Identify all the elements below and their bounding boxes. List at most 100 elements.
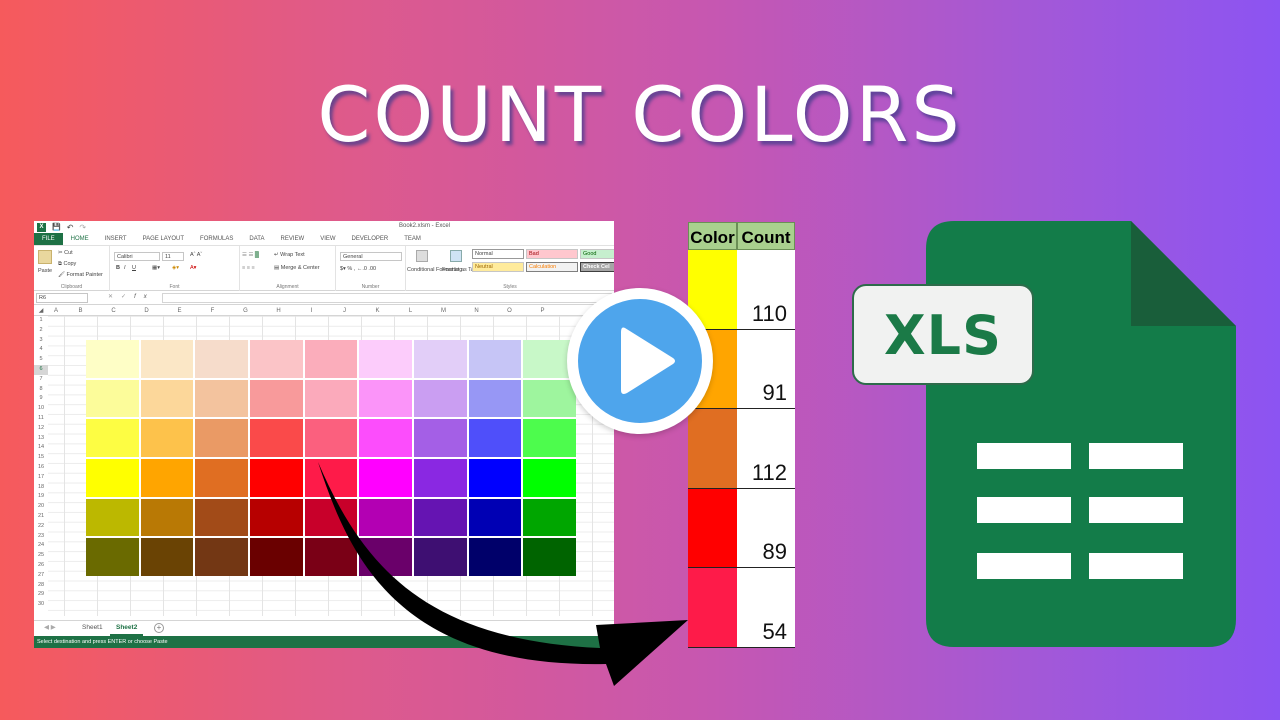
color-swatch-cell[interactable] bbox=[250, 419, 303, 457]
align-left-icon[interactable]: ≡ ≡ ≡ bbox=[242, 265, 255, 271]
color-swatch-cell[interactable] bbox=[304, 498, 358, 537]
color-swatch-cell[interactable] bbox=[468, 419, 522, 457]
color-swatch-cell[interactable] bbox=[86, 538, 139, 576]
column-header[interactable]: E bbox=[163, 307, 196, 316]
grow-font-icon[interactable]: Aˆ Aˇ bbox=[190, 252, 202, 258]
color-swatch-cell[interactable] bbox=[468, 498, 522, 537]
color-swatch-cell[interactable] bbox=[250, 459, 303, 497]
color-swatch-cell[interactable] bbox=[523, 419, 576, 457]
color-swatch-cell[interactable] bbox=[250, 498, 303, 537]
color-swatch-cell[interactable] bbox=[304, 379, 358, 418]
sheet-tab-sheet1[interactable]: Sheet1 bbox=[76, 622, 109, 634]
format-as-table-icon[interactable] bbox=[450, 250, 462, 262]
row-header[interactable]: 3 bbox=[34, 336, 48, 346]
color-swatch-cell[interactable] bbox=[414, 498, 467, 537]
enter-icon[interactable]: ✓ bbox=[121, 294, 134, 300]
font-size-select[interactable]: 11 bbox=[162, 252, 184, 261]
row-header[interactable]: 6 bbox=[34, 365, 48, 375]
column-header[interactable]: H bbox=[262, 307, 295, 316]
row-header[interactable]: 23 bbox=[34, 532, 48, 542]
currency-percent-icons[interactable]: $▾ % , ←.0 .00 bbox=[340, 266, 376, 272]
row-header[interactable]: 28 bbox=[34, 581, 48, 591]
format-painter-button[interactable]: 🖌 Format Painter bbox=[58, 272, 103, 278]
column-header[interactable]: F bbox=[196, 307, 229, 316]
paste-button[interactable]: Paste bbox=[38, 268, 52, 274]
color-swatch-cell[interactable] bbox=[523, 538, 576, 576]
row-header[interactable]: 22 bbox=[34, 522, 48, 532]
column-header[interactable]: I bbox=[295, 307, 328, 316]
column-header[interactable]: L bbox=[394, 307, 427, 316]
color-swatch-cell[interactable] bbox=[414, 459, 467, 497]
row-header[interactable]: 8 bbox=[34, 385, 48, 395]
color-swatch-cell[interactable] bbox=[359, 459, 412, 497]
style-good[interactable]: Good bbox=[580, 249, 614, 259]
column-header[interactable]: C bbox=[97, 307, 130, 316]
color-swatch-cell[interactable] bbox=[359, 419, 412, 457]
color-swatch-cell[interactable] bbox=[414, 379, 467, 418]
row-header[interactable]: 16 bbox=[34, 463, 48, 473]
style-normal[interactable]: Normal bbox=[472, 249, 524, 259]
row-header[interactable]: 4 bbox=[34, 345, 48, 355]
row-header[interactable]: 12 bbox=[34, 424, 48, 434]
name-box[interactable]: R6 bbox=[36, 293, 88, 303]
column-header[interactable]: P bbox=[526, 307, 559, 316]
color-swatch-cell[interactable] bbox=[195, 419, 248, 457]
row-header[interactable]: 17 bbox=[34, 473, 48, 483]
add-sheet-icon[interactable]: + bbox=[154, 623, 164, 633]
cut-button[interactable]: ✂ Cut bbox=[58, 250, 73, 256]
color-swatch-cell[interactable] bbox=[468, 538, 522, 576]
color-swatch-cell[interactable] bbox=[195, 340, 248, 378]
borders-icon[interactable]: ▦▾ bbox=[152, 265, 160, 271]
color-swatch-cell[interactable] bbox=[414, 538, 467, 576]
column-header[interactable]: M bbox=[427, 307, 460, 316]
color-swatch-cell[interactable] bbox=[304, 419, 358, 457]
merge-center-button[interactable]: ▤ Merge & Center bbox=[274, 265, 320, 271]
tab-formulas[interactable]: FORMULAS bbox=[192, 233, 241, 245]
color-swatch-cell[interactable] bbox=[86, 340, 139, 378]
tab-developer[interactable]: DEVELOPER bbox=[344, 233, 397, 245]
row-header[interactable]: 5 bbox=[34, 355, 48, 365]
color-swatch-cell[interactable] bbox=[250, 340, 303, 378]
color-swatch-cell[interactable] bbox=[523, 379, 576, 418]
row-header[interactable]: 14 bbox=[34, 443, 48, 453]
row-header[interactable]: 21 bbox=[34, 512, 48, 522]
tab-home[interactable]: HOME bbox=[62, 233, 97, 246]
color-swatch-cell[interactable] bbox=[140, 340, 194, 378]
row-header[interactable]: 25 bbox=[34, 551, 48, 561]
column-header[interactable]: B bbox=[64, 307, 97, 316]
color-swatch-cell[interactable] bbox=[304, 538, 358, 576]
row-header[interactable]: 24 bbox=[34, 541, 48, 551]
sheet-tab-sheet2[interactable]: Sheet2 bbox=[110, 622, 144, 636]
color-swatch-cell[interactable] bbox=[140, 459, 194, 497]
row-header[interactable]: 7 bbox=[34, 375, 48, 385]
color-swatch-cell[interactable] bbox=[195, 459, 248, 497]
italic-button[interactable]: I bbox=[124, 265, 126, 271]
tab-review[interactable]: REVIEW bbox=[273, 233, 313, 245]
color-swatch-cell[interactable] bbox=[250, 538, 303, 576]
sheet-nav-arrows[interactable]: ◀ ▶ bbox=[38, 622, 62, 634]
color-swatch-cell[interactable] bbox=[414, 340, 467, 378]
number-format-select[interactable]: General bbox=[340, 252, 402, 261]
color-swatch-cell[interactable] bbox=[195, 379, 248, 418]
color-swatch-cell[interactable] bbox=[140, 419, 194, 457]
insert-function-icon[interactable]: fx bbox=[134, 294, 155, 300]
row-header[interactable]: 29 bbox=[34, 590, 48, 600]
font-name-select[interactable]: Calibri bbox=[114, 252, 160, 261]
copy-button[interactable]: ⧉ Copy bbox=[58, 261, 76, 268]
row-header[interactable]: 18 bbox=[34, 483, 48, 493]
color-swatch-cell[interactable] bbox=[86, 459, 139, 497]
wrap-text-button[interactable]: ↵ Wrap Text bbox=[274, 252, 305, 258]
row-header[interactable]: 26 bbox=[34, 561, 48, 571]
row-header[interactable]: 2 bbox=[34, 326, 48, 336]
color-swatch-cell[interactable] bbox=[359, 340, 412, 378]
color-swatch-cell[interactable] bbox=[140, 498, 194, 537]
color-swatch-cell[interactable] bbox=[359, 498, 412, 537]
tab-view[interactable]: VIEW bbox=[312, 233, 343, 245]
tab-page-layout[interactable]: PAGE LAYOUT bbox=[135, 233, 192, 245]
fill-color-icon[interactable]: ◈▾ bbox=[172, 265, 179, 271]
style-bad[interactable]: Bad bbox=[526, 249, 578, 259]
row-header[interactable]: 10 bbox=[34, 404, 48, 414]
formula-input[interactable] bbox=[162, 293, 612, 303]
style-neutral[interactable]: Neutral bbox=[472, 262, 524, 272]
bold-button[interactable]: B bbox=[116, 265, 120, 271]
